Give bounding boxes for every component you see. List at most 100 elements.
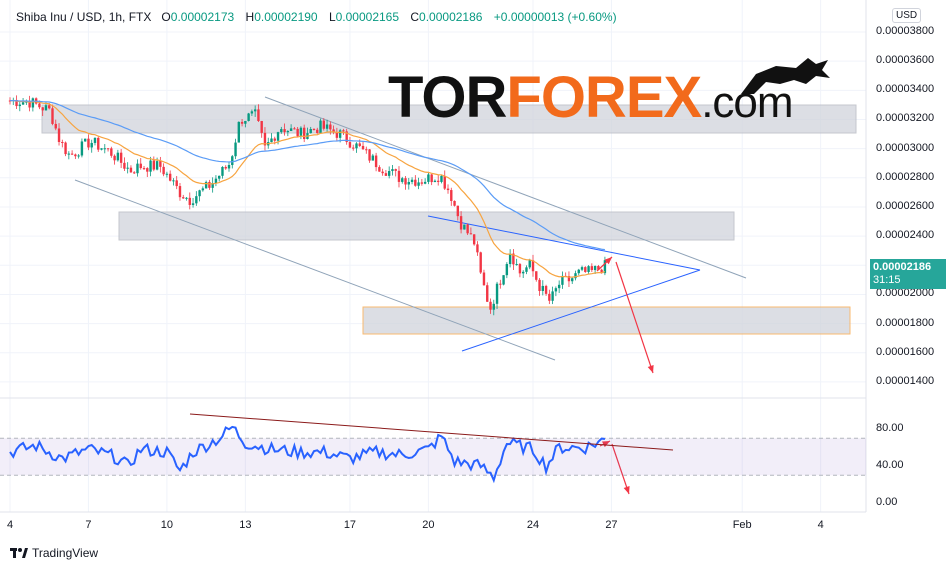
low-label: L: [328, 10, 336, 24]
tradingview-brand[interactable]: TradingView: [10, 546, 98, 560]
candle-body: [296, 128, 299, 137]
candle-body: [302, 127, 306, 139]
last-price-label: 0.00002186 31:15: [870, 259, 946, 289]
candle-body: [368, 149, 371, 161]
tradingview-logo-icon: [10, 548, 28, 558]
symbol-name[interactable]: Shiba Inu / USD, 1h, FTX: [16, 10, 151, 24]
candle-body: [401, 178, 404, 182]
candle-body: [201, 188, 205, 191]
candle-body: [126, 167, 129, 169]
candle-body: [188, 197, 191, 205]
candle-body: [103, 148, 106, 150]
candle-body: [316, 129, 319, 134]
candle-body: [571, 278, 574, 282]
candle-body: [64, 142, 67, 155]
candle-body: [486, 285, 489, 302]
candle-body: [404, 178, 407, 185]
candle-body: [146, 168, 149, 172]
candle-body: [525, 267, 528, 272]
change-value: +0.00000013 (+0.60%): [493, 10, 617, 24]
candle-body: [159, 161, 162, 167]
chart-window: Shiba Inu / USD, 1h, FTX O0.00002173 H0.…: [0, 0, 951, 569]
candle-body: [90, 142, 93, 148]
time-tick-label: 24: [526, 519, 540, 531]
candle-body: [280, 129, 283, 133]
candle-body: [293, 128, 296, 130]
candle-body: [106, 148, 110, 150]
candle-body: [384, 173, 388, 176]
tradingview-label: TradingView: [32, 546, 99, 560]
candle-body: [518, 264, 522, 274]
torforex-logo: TORFOREX.com: [388, 65, 794, 135]
candle-body: [476, 244, 479, 253]
candle-body: [499, 283, 502, 285]
candle-body: [178, 186, 182, 198]
time-tick-label: 27: [605, 519, 618, 531]
candle-body: [113, 155, 116, 161]
candle-body: [548, 293, 551, 301]
candle-body: [502, 275, 505, 285]
candle-body: [289, 128, 293, 131]
rsi-down-arrow-head: [623, 486, 630, 494]
candle-body: [329, 124, 332, 130]
low-value: 0.00002165: [335, 10, 400, 24]
candle-body: [593, 266, 597, 270]
candle-body: [407, 181, 410, 185]
candle-body: [70, 153, 74, 155]
candle-body: [87, 138, 90, 148]
candle-body: [133, 172, 136, 174]
candle-body: [142, 168, 146, 170]
candle-body: [110, 148, 113, 156]
candle-body: [538, 279, 541, 291]
price-tick-label: 0.00001800: [876, 316, 935, 329]
logo-forex: FOREX: [506, 65, 702, 130]
candle-body: [515, 264, 518, 266]
candle-body: [322, 120, 325, 129]
time-tick-label: Feb: [732, 519, 752, 531]
candle-body: [214, 178, 218, 184]
candle-body: [365, 149, 368, 151]
candle-body: [119, 152, 123, 163]
open-label: O: [161, 10, 171, 24]
candle-body: [394, 169, 397, 171]
bull-icon: [741, 58, 830, 94]
candle-body: [541, 285, 545, 291]
candle-body: [257, 109, 260, 121]
candle-body: [535, 271, 538, 280]
candle-body: [391, 169, 394, 172]
candle-body: [250, 111, 254, 114]
candle-body: [381, 171, 384, 174]
candle-body: [253, 109, 257, 112]
candle-body: [208, 181, 211, 188]
currency-button[interactable]: USD: [892, 8, 922, 23]
time-tick-label: 4: [6, 519, 14, 531]
candle-body: [440, 175, 443, 182]
candle-body: [162, 166, 165, 175]
candle-body: [54, 123, 57, 129]
candle-body: [554, 288, 558, 292]
candle-body: [414, 179, 417, 186]
candle-body: [136, 163, 139, 174]
candle-body: [430, 174, 433, 183]
candle-body: [240, 121, 244, 124]
candle-body: [472, 234, 476, 245]
time-tick-label: 7: [85, 519, 92, 531]
candle-body: [31, 98, 35, 108]
candle-body: [191, 203, 195, 205]
candle-body: [247, 113, 250, 121]
candle-body: [57, 128, 61, 143]
candle-body: [198, 190, 201, 197]
candle-body: [18, 104, 22, 107]
open-value: 0.00002173: [170, 10, 235, 24]
candle-body: [450, 190, 453, 201]
candle-body: [276, 132, 280, 141]
candle-body: [165, 173, 169, 175]
candle-body: [244, 120, 247, 124]
candle-body: [61, 142, 64, 144]
candle-body: [44, 105, 48, 111]
candle-body: [227, 165, 231, 169]
candle-body: [319, 120, 322, 134]
candle-body: [505, 264, 509, 276]
price-tick-label: 0.00003400: [876, 83, 935, 96]
candle-body: [234, 142, 237, 157]
